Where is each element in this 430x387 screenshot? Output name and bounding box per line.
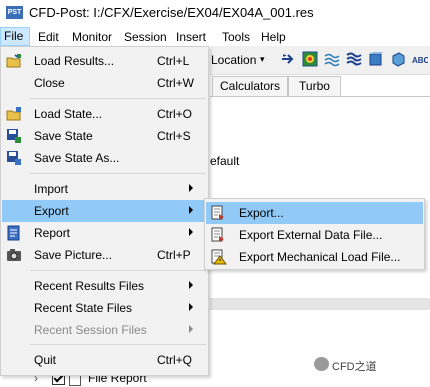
menu-file[interactable]: File (0, 27, 30, 46)
menu-item-quit[interactable]: Quit Ctrl+Q (2, 349, 208, 371)
location-button[interactable]: Location (211, 53, 256, 67)
watermark-logo-icon (314, 357, 329, 371)
menu-help[interactable]: Help (261, 30, 286, 44)
menu-item-import[interactable]: Import (2, 178, 208, 200)
menu-edit[interactable]: Edit (38, 30, 59, 44)
submenu-arrow-icon (189, 228, 193, 236)
submenu-item-export[interactable]: Export... (206, 202, 423, 224)
window-title: CFD-Post: I:/CFX/Exercise/EX04/EX04A_001… (29, 5, 314, 20)
app-icon: PST (6, 6, 23, 19)
title-bar: PST CFD-Post: I:/CFX/Exercise/EX04/EX04A… (0, 0, 430, 26)
menu-item-recent-session: Recent Session Files (2, 319, 208, 341)
camera-icon (7, 249, 21, 261)
menu-monitor[interactable]: Monitor (72, 30, 112, 44)
menu-session[interactable]: Session (124, 30, 167, 44)
tab-bar: Calculators Turbo (210, 76, 430, 96)
background-text: efault (210, 154, 240, 168)
tab-divider (210, 96, 430, 97)
export-icon (211, 205, 224, 220)
submenu-arrow-icon (189, 281, 193, 289)
open-state-icon (6, 107, 21, 121)
toolbar: Location ▾ ABC (210, 46, 430, 75)
report-icon (7, 225, 20, 241)
submenu-arrow-icon (189, 303, 193, 311)
menu-item-load-state[interactable]: Load State... Ctrl+O (2, 103, 208, 125)
chevron-down-icon[interactable]: ▾ (260, 54, 265, 65)
watermark-text: CFD之道 (332, 361, 377, 373)
save-state-as-icon (7, 151, 21, 165)
selected-tree-row (210, 298, 430, 310)
volume-icon[interactable] (390, 51, 406, 67)
file-menu: Load Results... Ctrl+L Close Ctrl+W Load… (0, 46, 209, 376)
isosurface-icon[interactable] (368, 51, 384, 67)
volume-rendering-icon[interactable] (346, 51, 362, 67)
export-mechanical-load-icon (211, 249, 227, 265)
menu-item-save-state[interactable]: Save State Ctrl+S (2, 125, 208, 147)
svg-text:ABC: ABC (412, 56, 428, 65)
submenu-arrow-icon (189, 206, 193, 214)
submenu-arrow-icon (189, 325, 193, 333)
menu-item-recent-results[interactable]: Recent Results Files (2, 275, 208, 297)
menu-item-recent-state[interactable]: Recent State Files (2, 297, 208, 319)
menu-separator (30, 270, 206, 271)
submenu-item-export-mechanical-load[interactable]: Export Mechanical Load File... (206, 246, 423, 268)
open-results-icon (6, 54, 21, 68)
menu-separator (30, 173, 206, 174)
text-icon[interactable]: ABC (412, 51, 428, 67)
menu-item-report[interactable]: Report (2, 222, 208, 244)
tab-calculators[interactable]: Calculators (212, 76, 288, 96)
menu-item-save-picture[interactable]: Save Picture... Ctrl+P (2, 244, 208, 266)
export-external-data-icon (211, 227, 224, 242)
submenu-item-export-external-data[interactable]: Export External Data File... (206, 224, 423, 246)
export-submenu: Export... Export External Data File... E… (204, 198, 425, 270)
streamline-icon[interactable] (324, 51, 340, 67)
menu-bar: File Edit Monitor Session Insert Tools H… (0, 27, 430, 46)
contour-icon[interactable] (302, 51, 318, 67)
vector-icon[interactable] (280, 51, 296, 67)
menu-file-label: File (4, 29, 24, 43)
menu-separator (30, 98, 206, 99)
menu-item-load-results[interactable]: Load Results... Ctrl+L (2, 50, 208, 72)
submenu-arrow-icon (189, 184, 193, 192)
menu-tools[interactable]: Tools (222, 30, 250, 44)
save-state-icon (7, 129, 21, 143)
tab-turbo[interactable]: Turbo (288, 76, 341, 96)
menu-item-close[interactable]: Close Ctrl+W (2, 72, 208, 94)
menu-insert[interactable]: Insert (176, 30, 206, 44)
menu-item-save-state-as[interactable]: Save State As... (2, 147, 208, 169)
menu-item-export[interactable]: Export (2, 200, 208, 222)
menu-separator (30, 344, 206, 345)
